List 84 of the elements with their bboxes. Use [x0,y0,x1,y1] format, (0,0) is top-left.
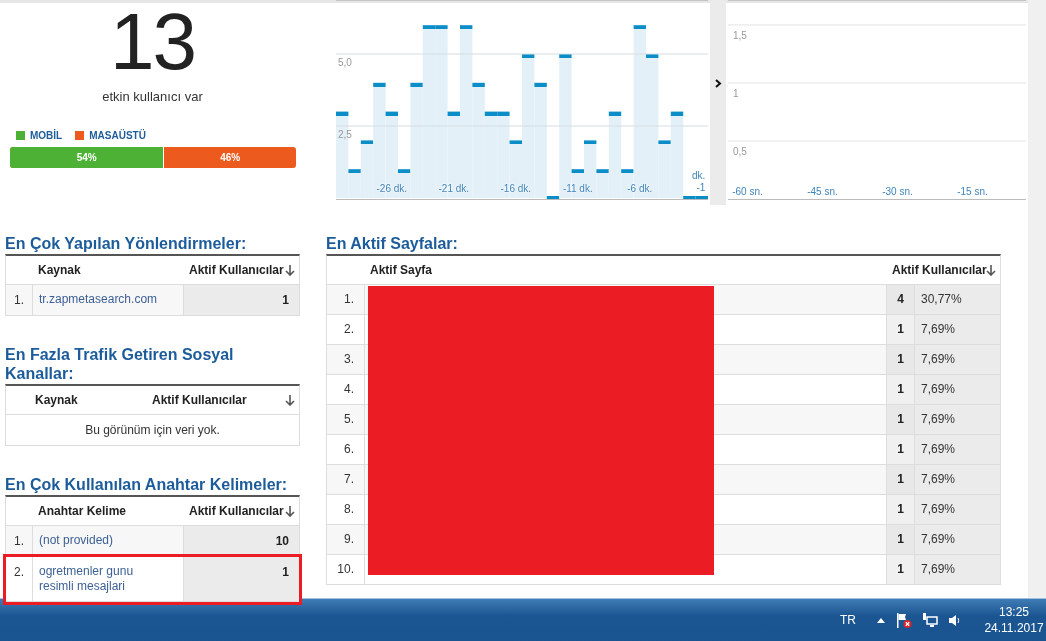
axis-label: 0,5 [733,146,747,157]
table-cell: 1 [184,557,299,601]
table-cell: 7,69% [915,495,1000,524]
flag-error-icon[interactable] [896,611,912,629]
row-number: 5. [327,405,365,434]
network-icon[interactable] [922,612,938,628]
axis-label: -6 dk. [627,183,653,194]
row-number: 8. [327,495,365,524]
language-indicator[interactable]: TR [840,613,856,627]
sort-arrow-icon[interactable] [285,506,295,517]
column-header[interactable]: Kaynak [6,393,147,407]
table-cell: 7,69% [915,315,1000,344]
column-header[interactable]: Aktif Sayfa [365,263,887,277]
row-number: 2. [6,557,33,601]
axis-label: 1,5 [733,29,747,41]
table-cell: 7,69% [915,525,1000,554]
table-cell: 1 [887,345,915,374]
row-number: 1. [6,526,33,556]
axis-label: 1 [733,87,739,99]
axis-label: -26 dk. [376,183,408,194]
section-title: En Fazla Trafik Getiren Sosyal Kanallar: [5,345,235,383]
table-cell: 1 [887,555,915,584]
legend-label: MOBİL [30,130,63,141]
table-cell: 7,69% [915,345,1000,374]
sort-arrow-icon[interactable] [285,395,295,406]
sort-arrow-icon[interactable] [986,265,996,276]
section-title: En Çok Yapılan Yönlendirmeler: [5,234,248,253]
axis-label: -21 dk. [438,183,470,194]
row-number: 7. [327,465,365,494]
column-header[interactable]: Anahtar Kelime [33,504,184,518]
row-number: 3. [327,345,365,374]
table-cell: 7,69% [915,375,1000,404]
table-cell: 7,69% [915,435,1000,464]
clock-time[interactable]: 13:25 [999,604,1029,620]
section-title: En Çok Kullanılan Anahtar Kelimeler: [5,475,289,494]
table-cell: 1 [887,405,915,434]
axis-label: -60 sn. [732,186,763,197]
table-cell: 1 [184,285,299,315]
row-number: 10. [327,555,365,584]
table-cell: 1 [887,525,915,554]
sort-arrow-icon[interactable] [285,265,295,276]
table-cell: 1 [887,495,915,524]
table-cell: 1 [887,435,915,464]
table-cell: 7,69% [915,405,1000,434]
legend-label: MASAÜSTÜ [89,130,146,141]
table-cell: 1 [887,465,915,494]
axis-label: -45 sn. [807,186,838,197]
column-header[interactable]: Aktif Kullanıcılar [887,263,1000,277]
column-header[interactable]: Aktif Kullanıcılar [184,504,302,518]
row-number: 1. [6,285,33,315]
empty-message: Bu görünüm için veri yok. [6,415,299,446]
table-cell: 4 [887,285,915,314]
share-label: 54% [76,152,97,163]
axis-label: -11 dk. [562,183,593,194]
column-header[interactable]: Kaynak [33,263,184,277]
table-cell: 30,77% [915,285,1000,314]
axis-label: -30 sn. [882,186,913,197]
row-number: 6. [327,435,365,464]
share-label: 46% [219,151,242,165]
show-hidden-icons-icon[interactable] [876,617,886,623]
row-number: 4. [327,375,365,404]
column-header[interactable]: Aktif Kullanıcılar [147,393,279,407]
source-link[interactable]: tr.zapmetasearch.com [33,285,184,315]
keyword-link[interactable]: (not provided) [33,526,184,556]
row-number: 2. [327,315,365,344]
clock-date[interactable]: 24.11.2017 [984,620,1044,636]
section-title: En Aktif Sayfalar: [326,234,459,253]
axis-label: -16 dk. [500,183,532,194]
axis-label: 2,5 [338,129,352,140]
axis-label: dk. -1 [691,170,706,194]
table-cell: 10 [184,526,299,556]
table-cell: 7,69% [915,465,1000,494]
column-header[interactable]: Aktif Kullanıcılar [184,263,302,277]
active-user-count: 13 [110,5,195,79]
axis-label: 5,0 [338,57,352,68]
active-user-caption: etkin kullanıcı var [102,89,203,104]
row-number: 9. [327,525,365,554]
speaker-icon[interactable] [948,613,960,627]
axis-label: -15 sn. [957,186,988,197]
table-cell: 7,69% [915,555,1000,584]
chevron-right-icon [715,79,722,88]
table-cell: 1 [887,375,915,404]
row-number: 1. [327,285,365,314]
table-cell: 1 [887,315,915,344]
